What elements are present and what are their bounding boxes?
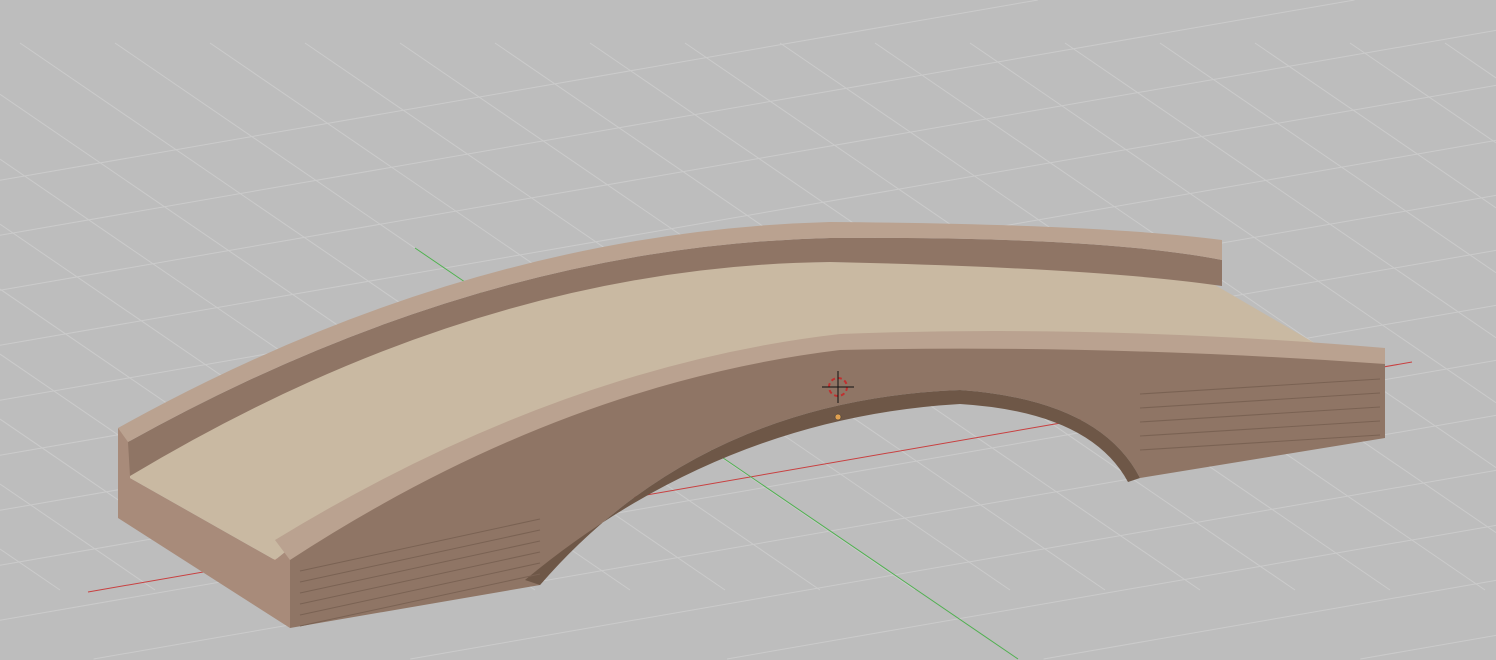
grid-line <box>1255 43 1496 208</box>
grid-line <box>1160 43 1496 273</box>
grid-line <box>727 525 1496 659</box>
grid-line <box>0 0 1038 180</box>
viewport-canvas[interactable] <box>0 0 1496 660</box>
grid-line <box>1360 635 1496 659</box>
bridge-mesh[interactable] <box>118 222 1385 628</box>
grid-line <box>0 549 60 590</box>
grid-line <box>1445 43 1496 78</box>
grid-line <box>1350 43 1496 143</box>
object-origin-dot <box>835 414 841 420</box>
3d-viewport[interactable] <box>0 0 1496 660</box>
